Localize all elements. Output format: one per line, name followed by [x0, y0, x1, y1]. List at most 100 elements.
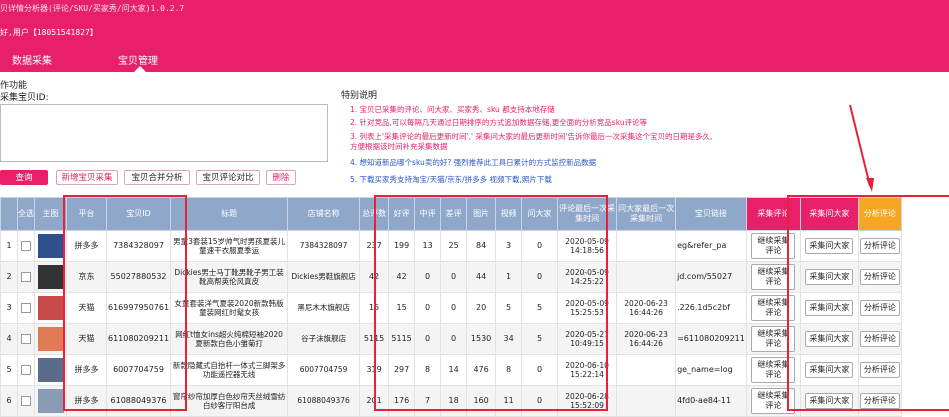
merge-analyze-button[interactable]: 宝贝合并分析	[124, 170, 190, 185]
analyze-comments-button[interactable]: 分析评论	[857, 261, 902, 293]
collect-ask-button[interactable]: 采集问大家	[799, 385, 859, 417]
continue-collect-comments-button[interactable]: 继续采集评论	[745, 292, 801, 324]
item-id-cell: 61088049376	[105, 385, 172, 417]
mid-cell: 0	[414, 323, 442, 355]
continue-collect-comments-button[interactable]: 继续采集评论	[745, 354, 801, 386]
analyze-comments-button[interactable]: 分析评论	[857, 230, 902, 262]
collect-ask-button-inner[interactable]: 采集问大家	[805, 238, 854, 254]
continue-collect-comments-button[interactable]: 继续采集评论	[745, 385, 801, 417]
mid-cell: 7	[414, 385, 442, 417]
product-image	[37, 296, 64, 320]
collect-ask-button[interactable]: 采集问大家	[799, 323, 859, 355]
continue-collect-comments-button[interactable]: 继续采集评论	[745, 261, 801, 293]
table-row[interactable]: 3 天猫 616997950761 女童套装洋气夏装2020新款韩版童装网红时髦女孩黑…	[0, 292, 902, 324]
collect-ask-button[interactable]: 采集问大家	[799, 230, 859, 262]
analyze-comments-button[interactable]: 分析评论	[857, 323, 902, 355]
table-header-row: 全选 主图 平台 宝贝ID 标题 店铺名称 总评数 好评 中评 差评 图片 视频…	[0, 197, 902, 231]
collect-ask-button[interactable]: 采集问大家	[799, 292, 859, 324]
ask-cell: 5	[521, 292, 559, 324]
comment-time-cell: 2020-05-27 10:49:15	[557, 323, 618, 355]
row-checkbox-box[interactable]	[21, 240, 31, 251]
row-checkbox[interactable]	[17, 323, 35, 355]
compare-comments-button[interactable]: 宝贝评论对比	[196, 170, 260, 185]
continue-collect-comments-button-inner[interactable]: 继续采集评论	[751, 357, 796, 383]
nav-data-collect[interactable]: 数据采集	[12, 52, 52, 67]
row-checkbox[interactable]	[17, 261, 35, 293]
row-checkbox-box[interactable]	[21, 333, 31, 344]
analyze-comments-button-inner[interactable]: 分析评论	[859, 331, 900, 347]
table-row[interactable]: 6 拼多多 61088049376 窗帘纱帘加厚白色纱帘天丝绒雪纺白纱客厅阳台成 610…	[0, 385, 902, 417]
table-row[interactable]: 4 天猫 611080209211 网红t恤女ins超火纯棉短袖2020夏新款白色小雏…	[0, 323, 902, 355]
query-button[interactable]: 查询	[0, 170, 48, 185]
analyze-comments-button-inner[interactable]: 分析评论	[859, 269, 900, 285]
ask-time-cell	[616, 354, 677, 386]
continue-collect-comments-button-inner[interactable]: 继续采集评论	[751, 264, 796, 290]
col-shop: 店铺名称	[287, 197, 361, 231]
row-checkbox[interactable]	[17, 230, 35, 262]
delete-button[interactable]: 删除	[266, 170, 296, 185]
analyze-comments-button-inner[interactable]: 分析评论	[859, 362, 900, 378]
title-cell: 新款隐藏式自抬杆一体式三脚架多功能遥控器无线	[170, 354, 289, 386]
analyze-comments-button-inner[interactable]: 分析评论	[859, 393, 900, 409]
platform-cell: 拼多多	[66, 385, 107, 417]
col-comment-time: 评论最后一次采集时间	[557, 197, 618, 231]
table-row[interactable]: 1 拼多多 7384328097 男童3套装15岁帅气时男孩夏装儿童速干衣服夏季运 73…	[0, 230, 902, 262]
row-checkbox[interactable]	[17, 292, 35, 324]
analyze-comments-button[interactable]: 分析评论	[857, 385, 902, 417]
nav-item-manage[interactable]: 宝贝管理	[118, 52, 158, 67]
col-title: 标题	[170, 197, 289, 231]
ask-cell: 0	[521, 385, 559, 417]
collect-ask-button-inner[interactable]: 采集问大家	[805, 331, 854, 347]
collect-ask-button-inner[interactable]: 采集问大家	[805, 300, 854, 316]
link-cell: =611080209211	[675, 323, 747, 355]
continue-collect-comments-button-inner[interactable]: 继续采集评论	[751, 388, 796, 414]
continue-collect-comments-button-inner[interactable]: 继续采集评论	[751, 295, 796, 321]
row-checkbox-box[interactable]	[21, 364, 31, 375]
collect-ask-button[interactable]: 采集问大家	[799, 261, 859, 293]
total-cell: 319	[359, 354, 390, 386]
collect-ask-button[interactable]: 采集问大家	[799, 354, 859, 386]
product-image	[37, 358, 64, 382]
good-cell: 15	[388, 292, 416, 324]
app-header: 贝详情分析器(评论/SKU/买家秀/问大家)1.0.2.7 好,用户【18051…	[0, 0, 949, 72]
shop-cell: 61088049376	[287, 385, 361, 417]
platform-cell: 京东	[66, 261, 107, 293]
bad-cell: 0	[440, 292, 468, 324]
analyze-comments-button[interactable]: 分析评论	[857, 292, 902, 324]
ask-cell: 5	[521, 323, 559, 355]
row-checkbox-box[interactable]	[21, 395, 31, 406]
analyze-comments-button-inner[interactable]: 分析评论	[859, 238, 900, 254]
images-cell: 84	[466, 230, 497, 262]
col-select-all[interactable]: 全选	[17, 197, 35, 231]
images-cell: 44	[466, 261, 497, 293]
row-checkbox-box[interactable]	[21, 271, 31, 282]
item-thumbnail	[34, 323, 67, 355]
title-cell: Dickies男士马丁靴男靴子男工装靴高帮英伦风真皮	[170, 261, 289, 293]
collect-ask-button-inner[interactable]: 采集问大家	[805, 269, 854, 285]
table-row[interactable]: 5 拼多多 6007704759 新款隐藏式自抬杆一体式三脚架多功能遥控器无线 6007…	[0, 354, 902, 386]
bad-cell: 14	[440, 354, 468, 386]
analyze-comments-button-inner[interactable]: 分析评论	[859, 300, 900, 316]
images-cell: 160	[466, 385, 497, 417]
notes-title: 特别说明	[341, 91, 378, 101]
analyze-comments-button[interactable]: 分析评论	[857, 354, 902, 386]
row-checkbox[interactable]	[17, 354, 35, 386]
continue-collect-comments-button[interactable]: 继续采集评论	[745, 230, 801, 262]
add-collect-button[interactable]: 新增宝贝采集	[56, 170, 118, 185]
col-total: 总评数	[359, 197, 390, 231]
continue-collect-comments-button-inner[interactable]: 继续采集评论	[751, 326, 796, 352]
continue-collect-comments-button[interactable]: 继续采集评论	[745, 323, 801, 355]
row-index: 2	[0, 261, 18, 293]
link-cell: 4fd0-ae84-11	[675, 385, 747, 417]
row-checkbox-box[interactable]	[21, 302, 31, 313]
collect-ask-button-inner[interactable]: 采集问大家	[805, 393, 854, 409]
note-line-1: 1. 宝贝已采集的评论、问大家、买家秀、sku 都支持本地存储	[350, 105, 555, 114]
col-mid: 中评	[414, 197, 442, 231]
row-checkbox[interactable]	[17, 385, 35, 417]
continue-collect-comments-button-inner[interactable]: 继续采集评论	[751, 233, 796, 259]
table-row[interactable]: 2 京东 55027880532 Dickies男士马丁靴男靴子男工装靴高帮英伦风真皮…	[0, 261, 902, 293]
collect-ask-button-inner[interactable]: 采集问大家	[805, 362, 854, 378]
good-cell: 199	[388, 230, 416, 262]
bad-cell: 0	[440, 261, 468, 293]
item-id-input[interactable]	[0, 104, 328, 162]
